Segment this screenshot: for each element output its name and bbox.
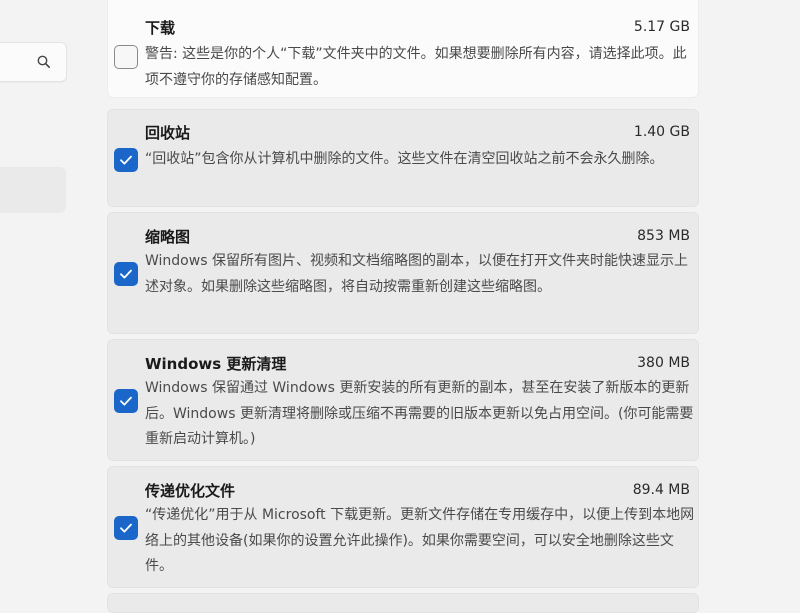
item-description: 警告: 这些是你的个人“下载”文件夹中的文件。如果想要删除所有内容，请选择此项。…: [145, 46, 687, 88]
list-item-recycle-bin: 回收站 1.40 GB “回收站”包含你从计算机中删除的文件。这些文件在清空回收…: [107, 109, 699, 207]
item-description: “回收站”包含你从计算机中删除的文件。这些文件在清空回收站之前不会永久删除。: [145, 151, 664, 167]
search-input[interactable]: [0, 42, 67, 82]
item-description: Windows 保留通过 Windows 更新安装的所有更新的副本，甚至在安装了…: [145, 380, 694, 447]
list-item-thumbnails: 缩略图 853 MB Windows 保留所有图片、视频和文档缩略图的副本，以便…: [107, 212, 699, 334]
list-item-next: [107, 593, 699, 613]
sidebar-item-selected[interactable]: [0, 167, 66, 213]
item-description: “传递优化”用于从 Microsoft 下载更新。更新文件存储在专用缓存中，以便…: [145, 507, 695, 574]
list-item-windows-update-cleanup: Windows 更新清理 380 MB Windows 保留通过 Windows…: [107, 339, 699, 461]
item-description: Windows 保留所有图片、视频和文档缩略图的副本，以便在打开文件夹时能快速显…: [145, 253, 688, 295]
thumbnails-checkbox[interactable]: [114, 262, 138, 286]
search-icon[interactable]: [36, 54, 52, 70]
downloads-checkbox[interactable]: [114, 45, 138, 69]
item-size: 89.4 MB: [632, 482, 690, 498]
item-title: 下载: [145, 19, 176, 37]
item-title: Windows 更新清理: [145, 355, 287, 373]
item-size: 380 MB: [637, 355, 690, 371]
list-item-downloads: 下载 5.17 GB 警告: 这些是你的个人“下载”文件夹中的文件。如果想要删除…: [107, 0, 699, 98]
recycle-bin-checkbox[interactable]: [114, 148, 138, 172]
item-title: 缩略图: [145, 228, 191, 246]
item-size: 5.17 GB: [633, 19, 690, 35]
sidebar: [0, 0, 78, 600]
item-title: 传递优化文件: [145, 482, 236, 500]
item-size: 1.40 GB: [633, 124, 690, 140]
item-title: 回收站: [145, 124, 191, 142]
item-size: 853 MB: [637, 228, 690, 244]
checkmark-icon: [120, 523, 132, 533]
checkmark-icon: [120, 396, 132, 406]
list-item-delivery-optimization: 传递优化文件 89.4 MB “传递优化”用于从 Microsoft 下载更新。…: [107, 466, 699, 588]
delivery-optimization-checkbox[interactable]: [114, 516, 138, 540]
windows-update-cleanup-checkbox[interactable]: [114, 389, 138, 413]
checkmark-icon: [120, 155, 132, 165]
checkmark-icon: [120, 269, 132, 279]
